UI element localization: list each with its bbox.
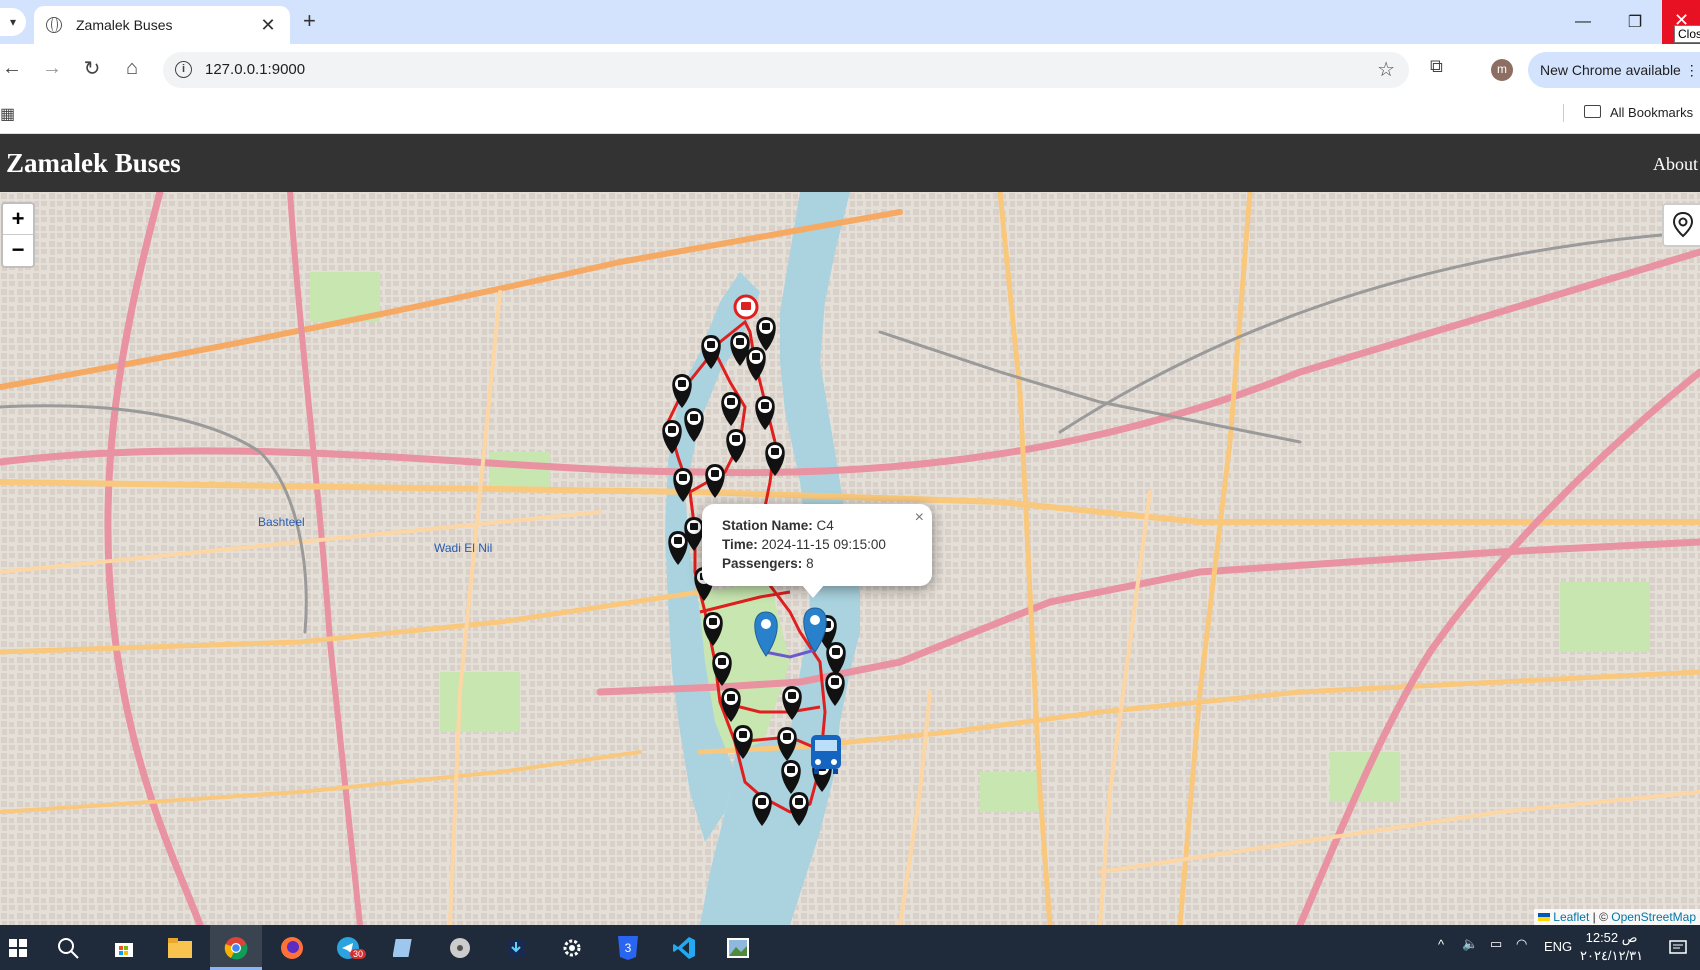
photos-icon[interactable] <box>720 931 756 965</box>
new-tab-button[interactable]: + <box>303 8 316 34</box>
chrome-update-button[interactable]: New Chrome available ⋮ <box>1528 52 1700 88</box>
vscode-icon[interactable] <box>666 931 702 965</box>
map-label-wadi-el-nil: Wadi El Nil <box>434 541 492 555</box>
extensions-icon[interactable]: ⧉ <box>1430 56 1443 77</box>
popup-passengers-row: Passengers: 8 <box>722 554 912 573</box>
zoom-in-button[interactable]: + <box>3 204 33 235</box>
zoom-out-button[interactable]: − <box>3 235 33 266</box>
battery-icon[interactable]: ▭ <box>1490 936 1502 952</box>
popup-tip <box>801 584 825 598</box>
folder-icon[interactable] <box>1584 105 1601 118</box>
back-arrow-icon[interactable]: ← <box>0 54 26 82</box>
all-bookmarks-link[interactable]: All Bookmarks <box>1610 105 1693 120</box>
route-start-marker[interactable] <box>733 294 759 320</box>
map-label-bashteel: Bashteel <box>258 515 305 529</box>
bookmarks-divider <box>1563 104 1564 122</box>
time-value: 2024-11-15 09:15:00 <box>761 537 886 552</box>
minimize-icon[interactable]: — <box>1555 0 1611 44</box>
zoom-control: + − <box>1 202 35 268</box>
windows-taskbar: 30 3 ^ 🔈 ▭ ◠ ENG 12:52 ص ٢٠٢٤/١٢/٣١ <box>0 925 1700 970</box>
tab-close-icon[interactable]: ✕ <box>258 15 278 36</box>
app-download-icon[interactable] <box>498 931 534 965</box>
store-icon[interactable] <box>106 931 142 965</box>
location-pin-icon <box>1672 211 1694 238</box>
time-label: Time: <box>722 537 758 552</box>
attribution-separator: | © <box>1589 910 1612 924</box>
search-icon[interactable] <box>50 931 86 965</box>
tab-title: Zamalek Buses <box>76 17 173 33</box>
address-bar[interactable]: i 127.0.0.1:9000 ☆ <box>163 52 1409 88</box>
forward-arrow-icon[interactable]: → <box>38 54 66 82</box>
passengers-label: Passengers: <box>722 556 803 571</box>
windows-start-icon[interactable] <box>0 931 36 965</box>
menu-dots-icon[interactable]: ⋮ <box>1685 62 1699 78</box>
app-navbar: Zamalek Buses About <box>0 134 1700 192</box>
bookmarks-bar: ▦ All Bookmarks <box>0 92 1700 134</box>
globe-icon <box>46 17 62 33</box>
chevron-up-icon[interactable]: ^ <box>1438 937 1444 952</box>
site-info-icon[interactable]: i <box>175 61 192 78</box>
restore-icon[interactable]: ❐ <box>1607 0 1663 44</box>
about-link[interactable]: About <box>1653 154 1698 175</box>
disk-icon[interactable] <box>442 931 478 965</box>
bus-icon[interactable] <box>811 735 841 774</box>
popup-close-button[interactable]: × <box>915 508 924 527</box>
telegram-icon[interactable]: 30 <box>330 931 367 965</box>
browser-tab[interactable]: Zamalek Buses ✕ <box>34 6 290 44</box>
notes-icon[interactable] <box>386 931 422 965</box>
station-popup: × Station Name: C4 Time: 2024-11-15 09:1… <box>702 504 932 586</box>
wifi-icon[interactable]: ◠ <box>1516 936 1527 952</box>
ukraine-flag-icon <box>1538 913 1551 921</box>
map-attribution: Leaflet | © OpenStreetMap <box>1534 909 1700 925</box>
station-name-label: Station Name: <box>722 518 813 533</box>
settings-gear-icon[interactable] <box>554 931 590 965</box>
popup-station-row: Station Name: C4 <box>722 516 912 535</box>
tab-strip: ▾ Zamalek Buses ✕ + — ❐ ✕ Clos <box>0 0 1700 44</box>
taskbar-clock[interactable]: 12:52 ص ٢٠٢٤/١٢/٣١ <box>1580 929 1643 965</box>
css3-icon[interactable]: 3 <box>610 931 646 965</box>
profile-avatar[interactable]: m <box>1491 59 1513 81</box>
home-icon[interactable]: ⌂ <box>118 54 146 82</box>
passengers-value: 8 <box>806 556 814 571</box>
locate-button[interactable] <box>1662 203 1700 247</box>
telegram-badge: 30 <box>350 949 367 959</box>
apps-grid-icon[interactable]: ▦ <box>0 104 15 124</box>
firefox-icon[interactable] <box>274 931 310 965</box>
svg-text:3: 3 <box>625 941 632 955</box>
notification-icon[interactable] <box>1660 931 1696 965</box>
osm-link[interactable]: OpenStreetMap <box>1611 910 1696 924</box>
tab-search-icon[interactable]: ▾ <box>0 8 26 36</box>
update-label: New Chrome available <box>1540 62 1681 78</box>
chrome-icon[interactable] <box>218 931 254 965</box>
station-name-value: C4 <box>816 518 834 533</box>
app-title[interactable]: Zamalek Buses <box>6 148 181 179</box>
close-tooltip: Clos <box>1674 25 1700 43</box>
volume-icon[interactable]: 🔈 <box>1462 936 1478 952</box>
file-explorer-icon[interactable] <box>162 931 198 965</box>
clock-date: ٢٠٢٤/١٢/٣١ <box>1580 948 1644 963</box>
map-container[interactable]: Bashteel Wadi El Nil + − × Station Name:… <box>0 192 1700 925</box>
browser-toolbar: ← → ↻ ⌂ i 127.0.0.1:9000 ☆ <box>0 44 1700 92</box>
language-indicator[interactable]: ENG <box>1544 939 1572 954</box>
popup-time-row: Time: 2024-11-15 09:15:00 <box>722 535 912 554</box>
reload-icon[interactable]: ↻ <box>78 54 106 82</box>
url-text: 127.0.0.1:9000 <box>205 61 306 78</box>
leaflet-link[interactable]: Leaflet <box>1553 910 1589 924</box>
clock-time: 12:52 ص <box>1585 930 1638 945</box>
bookmark-star-icon[interactable]: ☆ <box>1377 57 1395 82</box>
